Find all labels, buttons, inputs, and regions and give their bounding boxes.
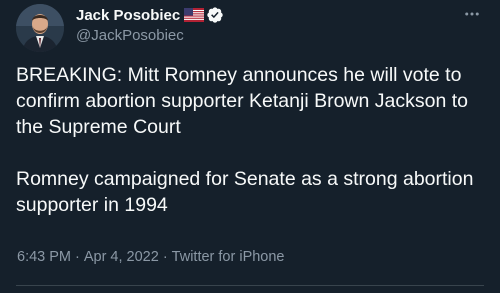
meta-separator: · — [75, 249, 80, 265]
tweet-time[interactable]: 6:43 PM — [17, 249, 71, 265]
meta-separator: · — [162, 249, 168, 265]
divider — [16, 285, 484, 286]
handle[interactable]: @JackPosobiec — [76, 27, 224, 44]
avatar[interactable] — [16, 4, 64, 52]
name-row: Jack Posobiec — [76, 5, 224, 25]
tweet-metadata: 6:43 PM · Apr 4, 2022 · Twitter for iPho… — [17, 249, 285, 265]
tweet-paragraph: Romney campaigned for Senate as a strong… — [16, 168, 474, 216]
more-options-button[interactable] — [462, 4, 482, 24]
more-icon — [465, 12, 479, 16]
author-block: Jack Posobiec @JackPosobiec — [76, 5, 224, 44]
tweet-container: Jack Posobiec @JackPosobiec BREAKING: Mi… — [0, 0, 500, 293]
tweet-date[interactable]: Apr 4, 2022 — [84, 249, 159, 265]
avatar-image — [16, 4, 64, 52]
tweet-text: BREAKING: Mitt Romney announces he will … — [16, 62, 486, 218]
us-flag-icon — [184, 8, 205, 22]
tweet-paragraph: BREAKING: Mitt Romney announces he will … — [16, 64, 468, 138]
verified-badge-icon — [206, 6, 224, 24]
display-name[interactable]: Jack Posobiec — [76, 7, 180, 24]
tweet-source[interactable]: Twitter for iPhone — [172, 249, 285, 265]
